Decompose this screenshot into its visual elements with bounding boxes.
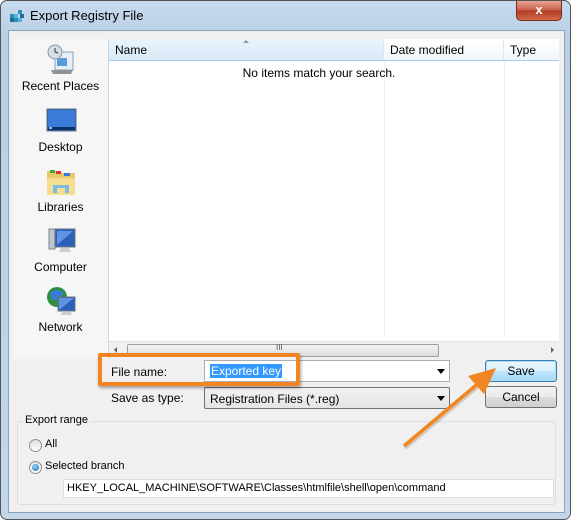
- place-label: Desktop: [38, 140, 83, 154]
- column-header-name[interactable]: Name: [109, 39, 384, 60]
- places-bar: Recent Places Desktop Libraries Computer: [13, 39, 108, 359]
- column-divider: [384, 61, 385, 336]
- registry-editor-icon: [10, 10, 24, 22]
- branch-path-input[interactable]: HKEY_LOCAL_MACHINE\SOFTWARE\Classes\html…: [63, 479, 554, 498]
- place-label: Network: [38, 320, 83, 334]
- network-icon: [45, 285, 77, 317]
- annotation-arrow: [402, 368, 496, 450]
- save-as-type-label: Save as type:: [111, 391, 184, 405]
- radio-all[interactable]: [29, 439, 42, 452]
- libraries-icon: [45, 165, 77, 197]
- place-label: Recent Places: [21, 79, 100, 93]
- window-title: Export Registry File: [30, 8, 144, 23]
- place-recent-places[interactable]: Recent Places: [13, 44, 108, 93]
- place-libraries[interactable]: Libraries: [13, 165, 108, 214]
- desktop-icon: [45, 105, 77, 137]
- place-label: Computer: [34, 260, 87, 274]
- place-label: Libraries: [37, 200, 84, 214]
- scroll-right-icon[interactable]: [551, 347, 554, 353]
- computer-icon: [45, 225, 77, 257]
- column-divider: [504, 61, 505, 336]
- annotation-highlight-box: [98, 353, 300, 386]
- close-button[interactable]: x: [516, 1, 562, 21]
- save-as-type-value: Registration Files (*.reg): [210, 392, 340, 406]
- export-registry-dialog: Export Registry File x Save in: Exported…: [0, 0, 571, 520]
- recent-places-icon: [45, 44, 77, 76]
- title-bar[interactable]: Export Registry File x: [1, 1, 570, 31]
- column-header-date-modified[interactable]: Date modified: [384, 39, 504, 60]
- sort-ascending-icon: [243, 40, 249, 43]
- radio-all-label[interactable]: All: [45, 438, 57, 450]
- file-list-header: Name Date modified Type: [109, 39, 559, 61]
- place-desktop[interactable]: Desktop: [13, 105, 108, 154]
- place-computer[interactable]: Computer: [13, 225, 108, 274]
- place-network[interactable]: Network: [13, 285, 108, 334]
- file-list[interactable]: Name Date modified Type No items match y…: [108, 39, 559, 359]
- scroll-grip: III: [276, 343, 283, 352]
- empty-message: No items match your search.: [242, 66, 396, 80]
- column-header-type[interactable]: Type: [504, 39, 559, 60]
- radio-selected-branch[interactable]: [29, 461, 42, 474]
- radio-selected-branch-label[interactable]: Selected branch: [45, 460, 125, 472]
- close-icon: x: [535, 2, 543, 17]
- export-range-title: Export range: [23, 414, 90, 426]
